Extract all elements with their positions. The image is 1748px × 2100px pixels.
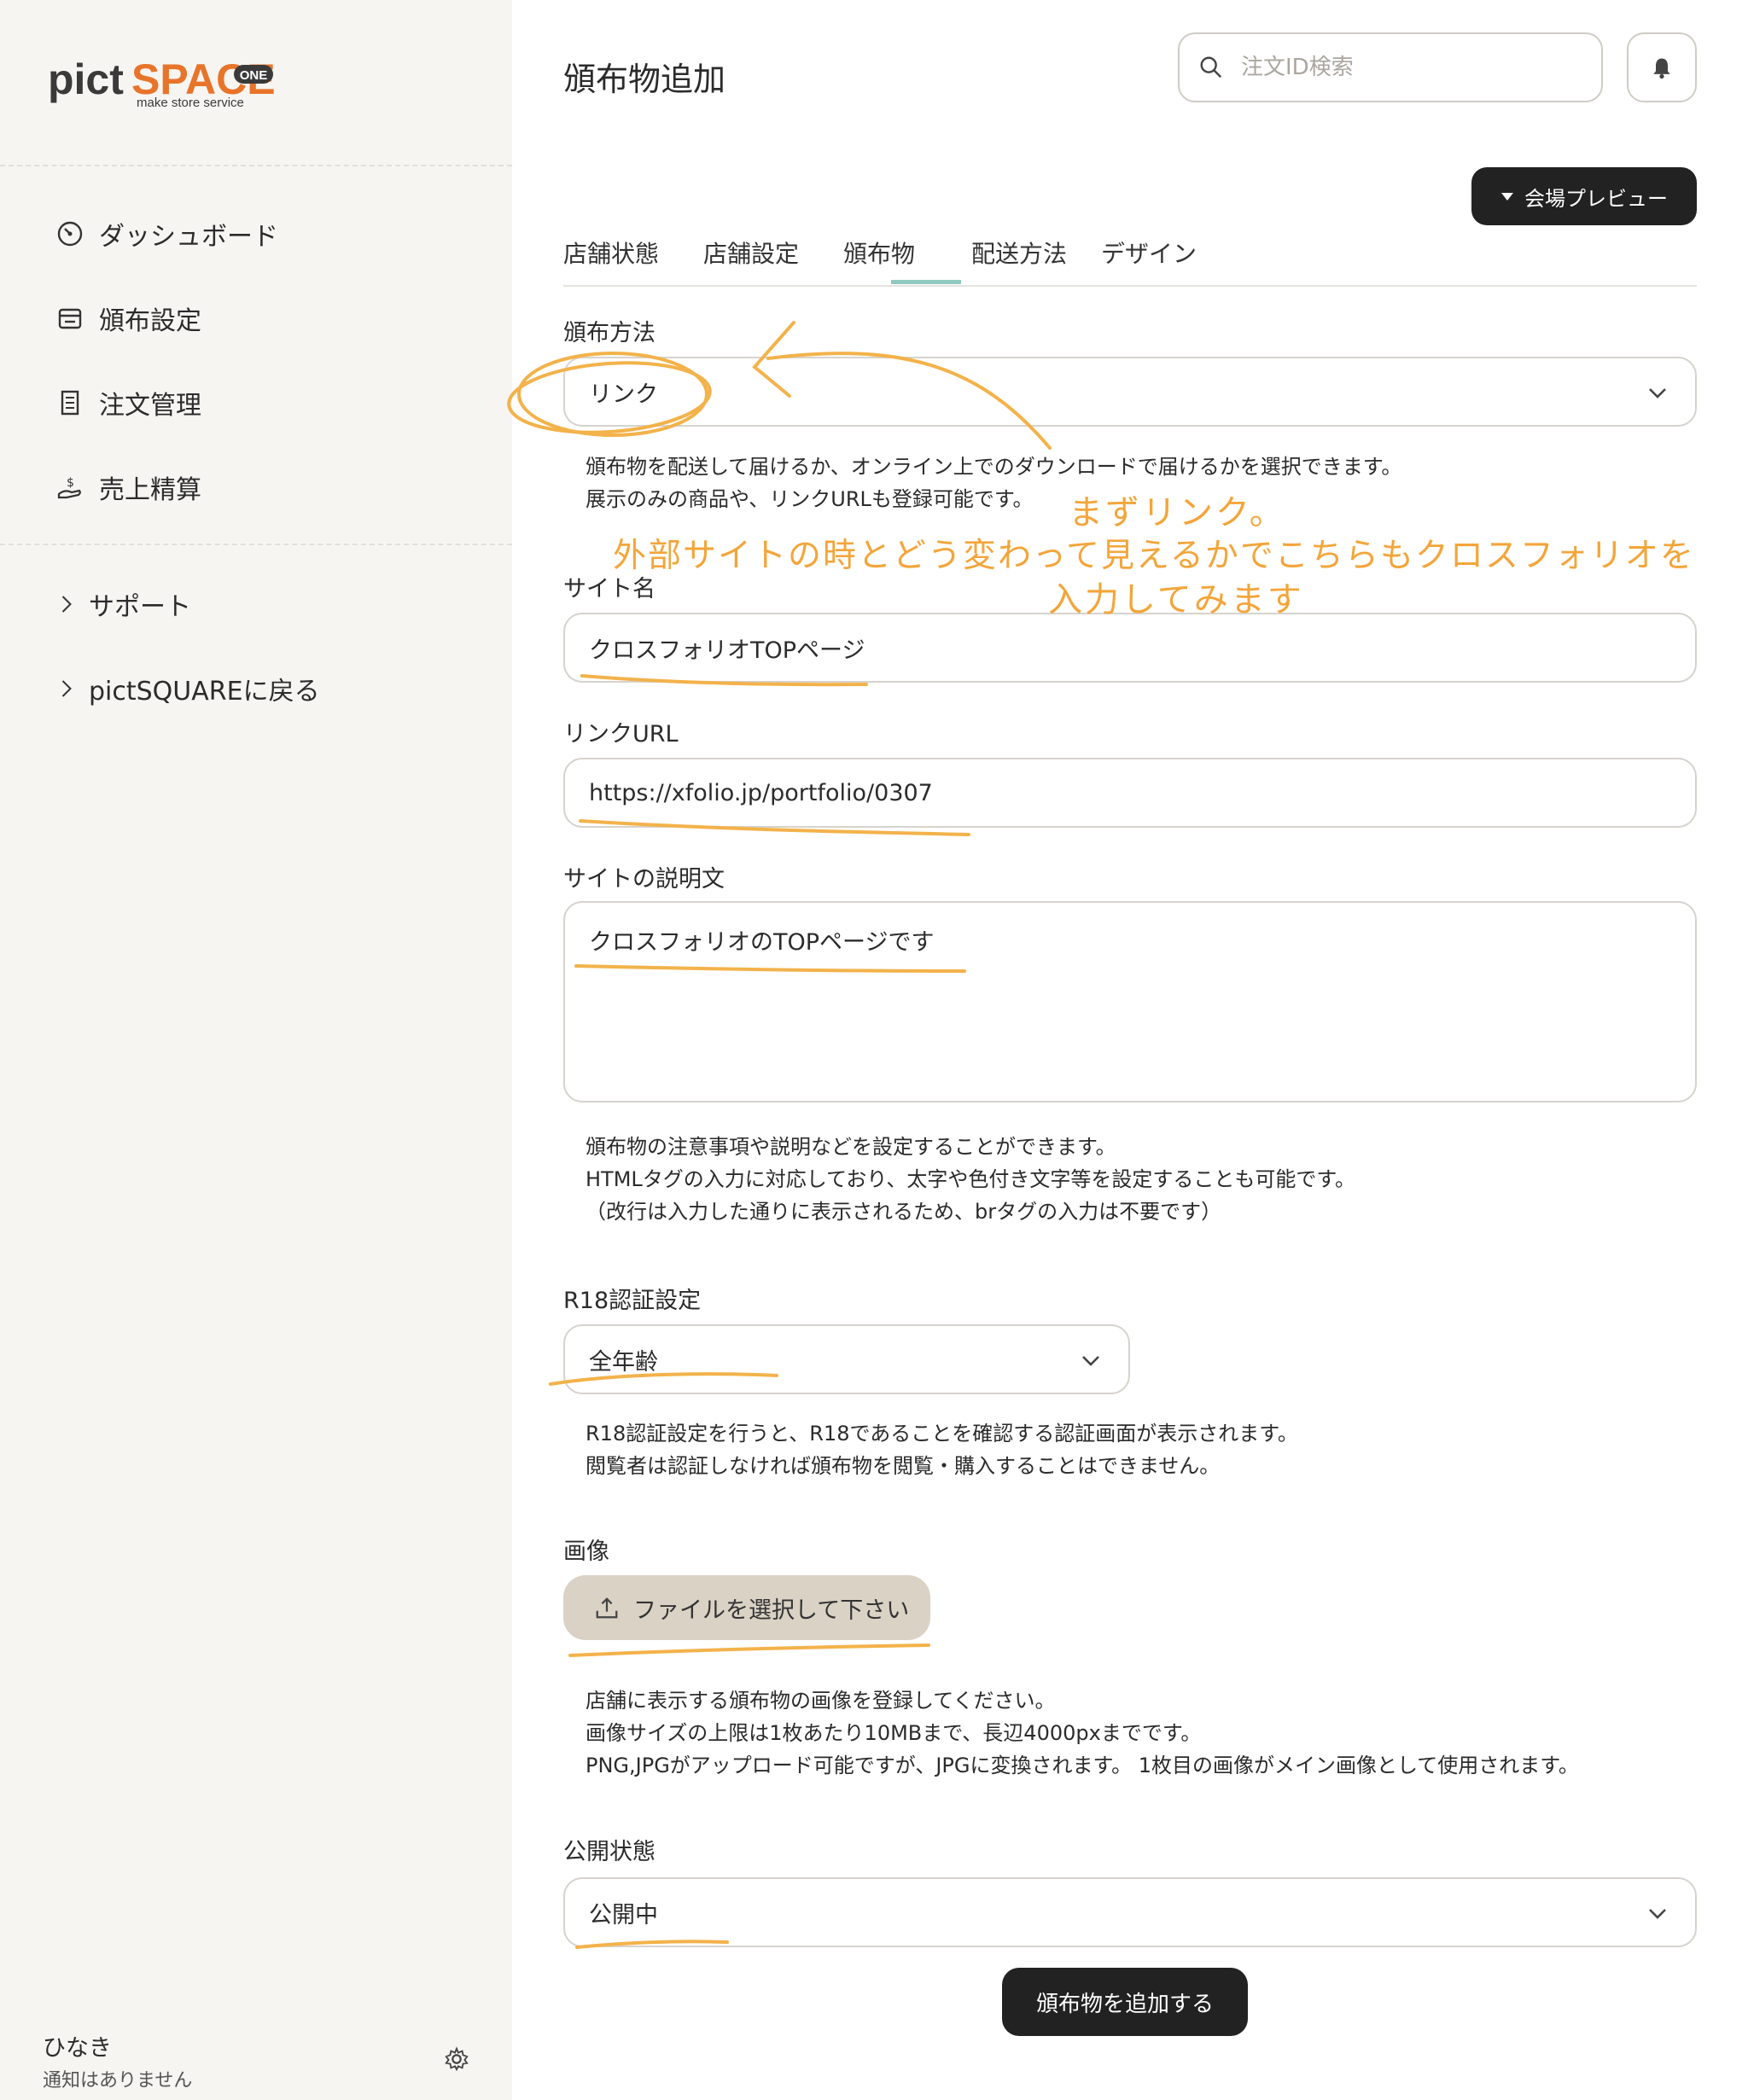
coin-hand-icon: $ <box>57 476 81 499</box>
search-input[interactable] <box>1239 54 1567 81</box>
notification-button[interactable] <box>1627 32 1697 102</box>
sidebar-item-label: ダッシュボード <box>99 222 278 252</box>
image-label: 画像 <box>563 1539 609 1565</box>
link-url-label: リンクURL <box>563 721 679 748</box>
sidebar-item-orders[interactable]: 注文管理 <box>56 384 201 422</box>
tab-store-status[interactable]: 店舗状態 <box>563 236 659 270</box>
file-upload-button[interactable]: ファイルを選択して下さい <box>563 1575 930 1640</box>
tab-design[interactable]: デザイン <box>1101 236 1197 270</box>
sidebar-link-back-pictsquare[interactable]: pictSQUAREに戻る <box>56 670 320 707</box>
sidebar-item-label: 売上精算 <box>99 475 201 505</box>
user-name: ひなき <box>43 2035 112 2062</box>
pictspace-logo: pict SPACE ONE make store service <box>48 55 276 110</box>
site-name-value: クロスフォリオTOPページ <box>589 637 865 664</box>
sidebar-item-label: 注文管理 <box>99 391 201 421</box>
link-url-field[interactable]: https://xfolio.jp/portfolio/0307 <box>563 758 1697 828</box>
tab-store-settings[interactable]: 店舗設定 <box>703 236 799 270</box>
annotation-note-1: まずリンク。 <box>1069 493 1286 532</box>
chevron-right-icon <box>61 680 72 697</box>
chevron-right-icon <box>61 596 72 613</box>
chevron-down-icon <box>1082 1356 1099 1366</box>
store-icon <box>58 308 82 329</box>
svg-text:ONE: ONE <box>240 68 268 83</box>
svg-text:$: $ <box>67 476 74 490</box>
description-textarea[interactable]: クロスフォリオのTOPページです <box>563 901 1697 1102</box>
link-url-value: https://xfolio.jp/portfolio/0307 <box>589 779 933 806</box>
chevron-down-icon <box>1649 388 1666 398</box>
sidebar-item-sales[interactable]: $ 売上精算 <box>56 468 201 506</box>
annotation-note-3: 入力してみます <box>1048 580 1304 620</box>
caret-down-icon <box>1501 193 1513 201</box>
notification-status: 通知はありません <box>43 2070 193 2091</box>
receipt-icon <box>61 390 79 416</box>
r18-help: R18認証設定を行うと、R18であることを確認する認証画面が表示されます。 閲覧… <box>586 1422 1298 1478</box>
page-title: 頒布物追加 <box>563 61 726 98</box>
image-help: 店舗に表示する頒布物の画像を登録してください。 画像サイズの上限は1枚あたり10… <box>586 1689 1579 1777</box>
upload-label: ファイルを選択して下さい <box>633 1597 910 1624</box>
sidebar-item-label: 頒布設定 <box>99 306 201 336</box>
r18-value: 全年齢 <box>589 1348 658 1376</box>
sidebar-divider <box>0 165 512 166</box>
active-tab-indicator <box>891 280 961 284</box>
sidebar-divider <box>0 544 512 545</box>
sidebar: pict SPACE ONE make store service ダッシュボー… <box>0 0 512 2100</box>
status-select[interactable]: 公開中 <box>563 1877 1697 1947</box>
sidebar-link-label: pictSQUAREに戻る <box>89 677 320 707</box>
brand-logo[interactable]: pict SPACE ONE make store service <box>48 49 278 110</box>
search-icon <box>1200 56 1222 79</box>
annotation-note-2: 外部サイトの時とどう変わって見えるかでこちらもクロスフォリオを <box>613 537 1695 575</box>
preview-label: 会場プレビュー <box>1524 186 1668 211</box>
bell-icon <box>1653 58 1670 79</box>
gear-icon[interactable] <box>444 2046 469 2072</box>
site-name-field[interactable]: クロスフォリオTOPページ <box>563 613 1697 683</box>
chevron-down-icon <box>1649 1909 1666 1919</box>
status-label: 公開状態 <box>563 1839 656 1865</box>
tab-bar: 店舗状態 店舗設定 頒布物 配送方法 デザイン <box>563 236 1697 287</box>
sidebar-item-distribution[interactable]: 頒布設定 <box>56 300 201 337</box>
method-value: リンク <box>589 381 658 408</box>
order-search[interactable] <box>1178 32 1603 102</box>
description-value: クロスフォリオのTOPページです <box>589 929 935 956</box>
tab-shipping[interactable]: 配送方法 <box>971 236 1067 270</box>
main-content: 頒布物追加 会場プレビュー 店舗状態 店舗設定 頒布物 配送方法 デザイン 頒布… <box>512 0 1748 2100</box>
sidebar-link-support[interactable]: サポート <box>56 585 191 623</box>
add-item-button[interactable]: 頒布物を追加する <box>1002 1968 1248 2036</box>
venue-preview-button[interactable]: 会場プレビュー <box>1471 167 1697 225</box>
tab-distribution-items[interactable]: 頒布物 <box>843 236 915 270</box>
method-select[interactable]: リンク <box>563 357 1697 427</box>
gauge-icon <box>57 221 83 247</box>
svg-text:make store service: make store service <box>137 96 244 109</box>
sidebar-link-label: サポート <box>89 592 191 622</box>
svg-text:pict: pict <box>48 55 124 103</box>
status-value: 公開中 <box>589 1901 658 1928</box>
description-help: 頒布物の注意事項や説明などを設定することができます。 HTMLタグの入力に対応し… <box>586 1135 1355 1224</box>
sidebar-item-dashboard[interactable]: ダッシュボード <box>56 215 278 253</box>
r18-label: R18認証設定 <box>563 1288 702 1314</box>
upload-icon <box>596 1597 618 1619</box>
method-label: 頒布方法 <box>563 320 656 346</box>
description-label: サイトの説明文 <box>563 866 725 893</box>
r18-select[interactable]: 全年齢 <box>563 1324 1130 1394</box>
